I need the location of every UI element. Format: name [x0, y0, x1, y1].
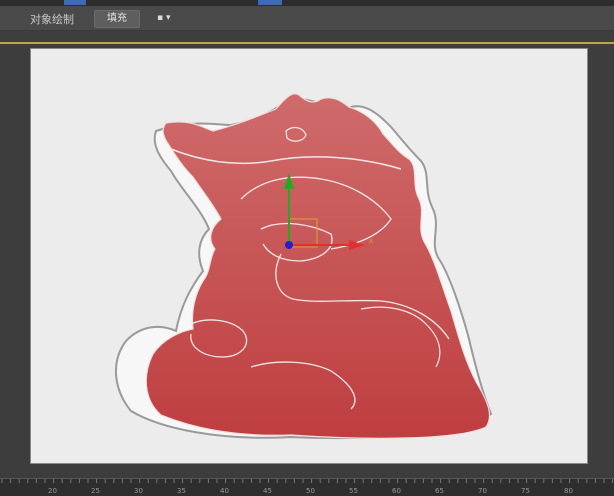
menu-button[interactable]: [258, 0, 282, 5]
svg-text:x: x: [369, 237, 373, 245]
viewport-dropdown[interactable]: ▪ ▾: [157, 10, 181, 26]
scene-drawing: x: [115, 93, 493, 440]
timeline-ruler[interactable]: 20 25 30 35 40 45 50 55 60 65 70 75 80: [0, 478, 614, 496]
ruler-label: 50: [306, 487, 315, 495]
ruler-label: 80: [564, 487, 573, 495]
ribbon-tab-object-paint[interactable]: 对象绘制: [30, 11, 74, 27]
fill-button[interactable]: 填充: [94, 10, 140, 28]
ruler-label: 45: [263, 487, 272, 495]
ruler-label: 40: [220, 487, 229, 495]
ruler-label: 65: [435, 487, 444, 495]
ruler-label: 75: [521, 487, 530, 495]
menu-button[interactable]: [64, 0, 86, 5]
ruler-label: 30: [134, 487, 143, 495]
ruler-label: 20: [48, 487, 57, 495]
ruler-ticks: 20 25 30 35 40 45 50 55 60 65 70 75 80: [1, 479, 614, 495]
ruler-label: 60: [392, 487, 401, 495]
ruler-label: 55: [349, 487, 358, 495]
viewport-canvas[interactable]: x: [30, 48, 588, 464]
ruler-label: 35: [177, 487, 186, 495]
ribbon-toolbar: 对象绘制 填充 ▪ ▾: [0, 6, 614, 31]
ribbon-subbar: [0, 31, 614, 42]
perspective-viewport[interactable]: x: [0, 42, 614, 480]
ruler-label: 25: [91, 487, 100, 495]
ruler-label: 70: [478, 487, 487, 495]
